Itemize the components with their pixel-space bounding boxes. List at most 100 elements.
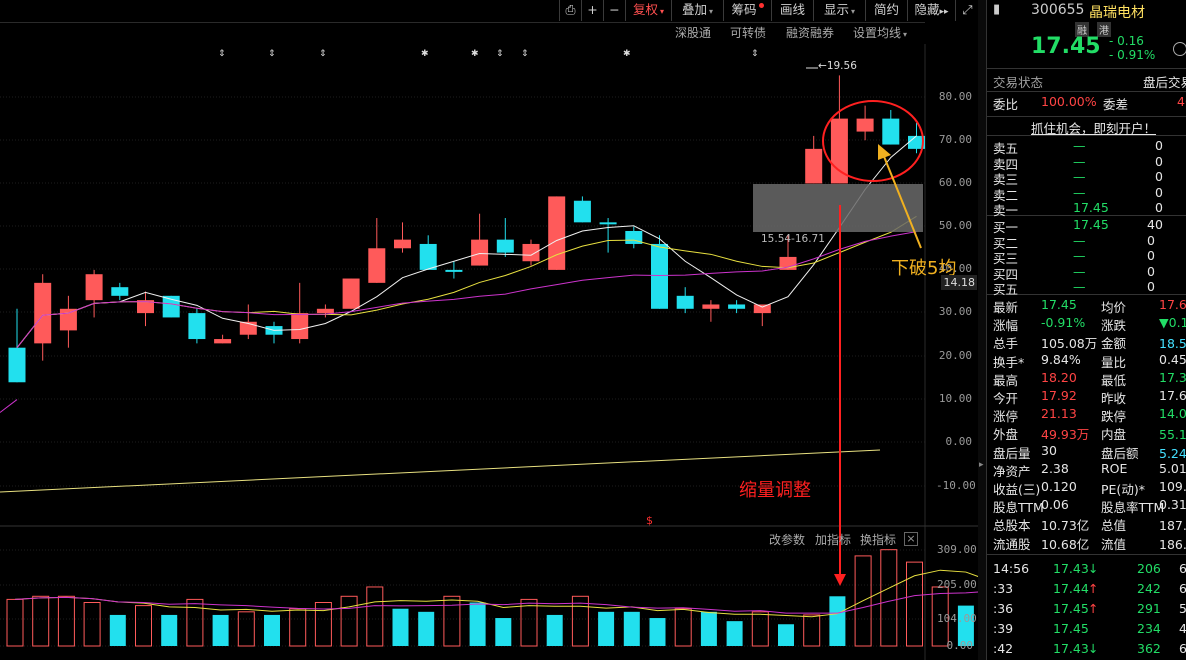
tick-time: :42 xyxy=(993,641,1014,656)
y-tick-label: 20.00 xyxy=(938,349,972,362)
candle-body xyxy=(805,148,823,184)
tick-count: 6 xyxy=(1179,581,1186,596)
stat-value: 14.09 xyxy=(1159,406,1186,422)
modify-params-button[interactable]: 改参数 xyxy=(769,531,805,548)
tick-volume: 362 xyxy=(1137,641,1161,656)
y-tick-label: -10.00 xyxy=(936,479,976,492)
candle-body xyxy=(445,269,463,272)
high-price-label: ←19.56 xyxy=(818,60,857,72)
stat-value: 10.73亿 xyxy=(1041,518,1090,534)
divider xyxy=(987,68,1186,69)
stat-label: 流通股 xyxy=(993,536,1031,552)
candle-body xyxy=(111,287,129,296)
convertible-bond-link[interactable]: 可转债 xyxy=(730,24,766,41)
stat-value: 18.20 xyxy=(1041,369,1077,385)
candle-body xyxy=(651,243,668,309)
set-ma-button[interactable]: 设置均线 ▾ xyxy=(853,24,907,41)
restore-rights-button[interactable]: 复权 ▾ xyxy=(625,0,671,21)
set-ma-label: 设置均线 xyxy=(853,26,902,40)
tick-direction: ↓ xyxy=(1088,641,1099,656)
margin-trading-link[interactable]: 融资融券 xyxy=(786,24,834,41)
stat-value: 186.3亿 xyxy=(1159,536,1186,552)
stat-value: 0.120 xyxy=(1041,479,1077,494)
event-marker: ⇕ xyxy=(496,49,504,59)
close-icon[interactable]: × xyxy=(904,532,918,546)
stat-label: 昨收 xyxy=(1101,391,1127,406)
volume-bar xyxy=(469,602,486,646)
bid-volume: 0 xyxy=(1147,232,1155,248)
chips-label: 筹码 xyxy=(731,2,757,17)
range-label: 15.54-16.71 xyxy=(761,233,825,245)
volume-bar xyxy=(32,595,50,647)
tick-time: :36 xyxy=(993,601,1014,616)
tick-price: 17.43 xyxy=(1053,641,1089,656)
quote-header: ▮ 300655 晶瑞电材 xyxy=(987,2,1186,22)
chart-subbar: 深股通 可转债 融资融券 设置均线 ▾ xyxy=(660,24,920,44)
stat-label: 最高 xyxy=(993,372,1019,388)
draw-line-button[interactable]: 画线 xyxy=(771,0,813,21)
volume-bar xyxy=(289,608,307,647)
kline-chart[interactable]: ⇕ ⇕ ⇕ ✱ ✱ ⇕ ⇕ ✱ ⇕ $ xyxy=(0,44,980,660)
y-tick-label: 10.00 xyxy=(938,392,972,405)
volume-bar xyxy=(674,608,692,647)
overlay-button[interactable]: 叠加 ▾ xyxy=(671,0,723,21)
stat-value: 109.3 xyxy=(1159,479,1186,494)
event-marker: ⇕ xyxy=(319,49,327,59)
panel-collapse-handle[interactable]: ▸ xyxy=(978,0,986,660)
back-arrow-icon[interactable]: ▮ xyxy=(993,2,1000,17)
stat-value: 5.24万 xyxy=(1159,445,1186,461)
order-ratio-value: 100.00% xyxy=(1041,94,1097,109)
zoom-out-icon[interactable]: − xyxy=(603,0,625,21)
tick-count: 6 xyxy=(1179,641,1186,656)
hk-connect-link[interactable]: 深股通 xyxy=(675,24,711,41)
bid-price: — xyxy=(1073,263,1086,279)
stat-row: 外盘 49.93万内盘 55.16万 xyxy=(987,424,1186,442)
event-marker: ✱ xyxy=(623,49,631,59)
add-indicator-button[interactable]: 加指标 xyxy=(815,531,851,548)
stat-value: 0.06 xyxy=(1041,497,1069,513)
stat-value: 187.2亿 xyxy=(1159,518,1186,534)
stat-label: 股息率TTM xyxy=(1101,500,1165,516)
add-watchlist-icon[interactable] xyxy=(1173,42,1186,56)
stat-row: 涨幅 -0.91% 涨跌 ▼0.16 xyxy=(987,315,1186,333)
zoom-in-icon[interactable]: + xyxy=(581,0,603,21)
stat-row: 总手 105.08万金额 18.55亿 xyxy=(987,333,1186,351)
candle-body xyxy=(316,308,334,314)
chips-button[interactable]: 筹码 xyxy=(723,0,771,21)
divider xyxy=(987,91,1186,92)
candle-body xyxy=(728,304,746,309)
chevron-down-icon: ▾ xyxy=(709,7,714,16)
bid-volume: 0 xyxy=(1147,263,1155,279)
order-diff-label: 委差 xyxy=(1103,97,1129,112)
trade-status-label: 交易状态 xyxy=(993,75,1044,90)
expand-icon[interactable]: ⤢ xyxy=(955,0,979,21)
stat-value: 0.31% xyxy=(1159,497,1186,513)
hide-button[interactable]: 隐藏▸▸ xyxy=(907,0,955,21)
display-button[interactable]: 显示 ▾ xyxy=(813,0,865,21)
stat-row: 总股本 10.73亿总值 187.2亿 xyxy=(987,515,1186,533)
copy-icon[interactable]: ⎙ xyxy=(559,0,581,21)
order-ratio-row: 委比 100.00% 委差 40 xyxy=(987,94,1186,112)
volume-bar xyxy=(392,608,409,646)
open-account-link[interactable]: 抓住机会，即刻开户！ xyxy=(1031,118,1156,137)
stock-code: 300655 xyxy=(1031,2,1085,18)
simple-button[interactable]: 简约 xyxy=(865,0,907,21)
toolbar-divider xyxy=(0,22,925,23)
divider xyxy=(987,554,1186,555)
ask-price: 17.45 xyxy=(1073,200,1109,215)
candle-body xyxy=(599,222,617,225)
stat-row: 换手* 9.84% 量比 0.45 xyxy=(987,352,1186,370)
vol-tick-label: 309.00 xyxy=(937,543,977,556)
stat-value: 9.84% xyxy=(1041,351,1081,367)
volume-bar xyxy=(340,595,358,647)
stat-label: 换手* xyxy=(993,354,1025,370)
dividend-marker: $ xyxy=(646,514,653,527)
candle-body xyxy=(59,308,77,331)
event-marker: ⇕ xyxy=(268,49,276,59)
volume-bar xyxy=(161,614,178,646)
hide-label: 隐藏 xyxy=(914,2,940,17)
volume-bar xyxy=(237,611,255,647)
tick-time: :39 xyxy=(993,621,1014,636)
switch-indicator-button[interactable]: 换指标 xyxy=(860,531,896,548)
open-account-banner[interactable]: 抓住机会，即刻开户！ xyxy=(987,116,1186,136)
